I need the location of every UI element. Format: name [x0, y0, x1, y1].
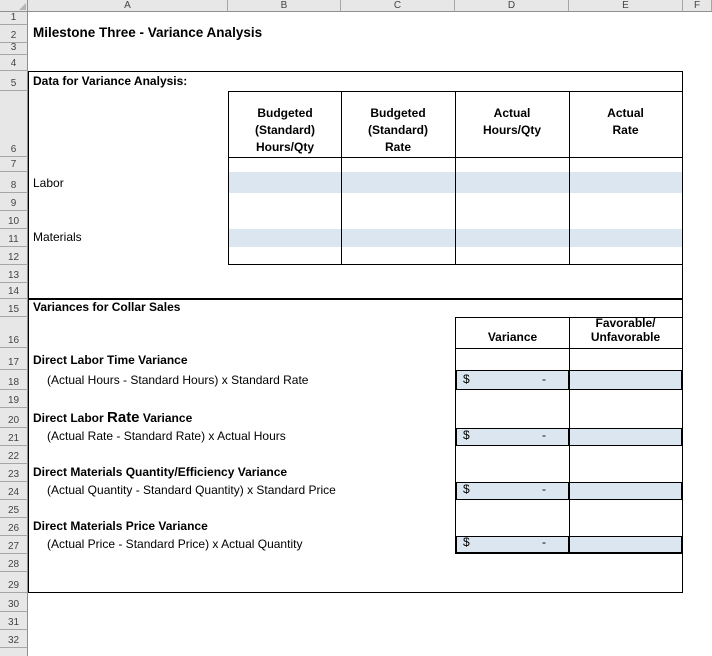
- row-header-6[interactable]: 6: [0, 91, 28, 157]
- column-header-E[interactable]: E: [569, 0, 683, 12]
- row-header-13[interactable]: 13: [0, 265, 28, 283]
- row-header-12[interactable]: 12: [0, 247, 28, 265]
- row-header-9[interactable]: 9: [0, 193, 28, 211]
- variance-name-materials-price: Direct Materials Price Variance: [33, 519, 208, 533]
- row-header-28[interactable]: 28: [0, 554, 28, 572]
- column-header-B[interactable]: B: [228, 0, 341, 12]
- select-all-corner[interactable]: [0, 0, 28, 12]
- variance-formula-labor-time: (Actual Hours - Standard Hours) x Standa…: [47, 373, 309, 387]
- variance-value-materials-quantity[interactable]: $ -: [456, 482, 569, 500]
- row-header-27[interactable]: 27: [0, 536, 28, 554]
- row-header-8[interactable]: 8: [0, 172, 28, 193]
- currency-symbol: $: [463, 482, 470, 496]
- variance-formula-materials-quantity: (Actual Quantity - Standard Quantity) x …: [47, 483, 336, 497]
- currency-symbol: $: [463, 372, 470, 386]
- row-header-4[interactable]: 4: [0, 55, 28, 71]
- header-line: Unfavorable: [590, 330, 661, 344]
- row-header-1[interactable]: 1: [0, 12, 28, 25]
- row-header-11[interactable]: 11: [0, 229, 28, 247]
- header-line: Variance: [487, 330, 538, 344]
- header-budgeted-standard-hours-qty: Budgeted (Standard) Hours/Qty: [229, 92, 341, 157]
- header-line: Rate: [384, 140, 411, 154]
- header-line: Rate: [612, 123, 639, 137]
- row-header-21[interactable]: 21: [0, 428, 28, 446]
- row-header-16[interactable]: 16: [0, 317, 28, 348]
- favorable-cell-labor-rate[interactable]: [569, 428, 682, 446]
- amount: -: [542, 535, 546, 549]
- header-line: (Standard): [255, 123, 315, 137]
- favorable-cell-materials-quantity[interactable]: [569, 482, 682, 500]
- header-line: Actual: [493, 106, 531, 120]
- amount: -: [542, 482, 546, 496]
- row-header-25[interactable]: 25: [0, 500, 28, 518]
- variance-value-labor-rate[interactable]: $ -: [456, 428, 569, 446]
- variance-table: Variance Favorable/ Unfavorable $ - $ - …: [455, 316, 683, 554]
- row-label-labor: Labor: [33, 176, 64, 190]
- header-line: (Standard): [368, 123, 428, 137]
- row-header-19[interactable]: 19: [0, 390, 28, 408]
- favorable-cell-labor-time[interactable]: [569, 370, 682, 390]
- row-header-7[interactable]: 7: [0, 157, 28, 172]
- row-header-10[interactable]: 10: [0, 211, 28, 229]
- grid-line: [456, 348, 682, 349]
- column-header-A[interactable]: A: [28, 0, 228, 12]
- row-header-22[interactable]: 22: [0, 446, 28, 464]
- variance-name-labor-rate: Direct Labor Rate Variance: [28, 408, 448, 428]
- name-part-emphasized: Rate: [107, 409, 140, 426]
- header-line: Hours/Qty: [482, 123, 541, 137]
- variances-heading: Variances for Collar Sales: [33, 300, 181, 314]
- header-actual-hours-qty: Actual Hours/Qty: [455, 92, 569, 157]
- row-header-5[interactable]: 5: [0, 71, 28, 91]
- variance-value-materials-price[interactable]: $ -: [456, 535, 569, 553]
- row-header-14[interactable]: 14: [0, 283, 28, 299]
- currency-symbol: $: [463, 428, 470, 442]
- header-line: Hours/Qty: [255, 140, 314, 154]
- header-line: Budgeted: [257, 106, 313, 120]
- row-header-26[interactable]: 26: [0, 518, 28, 536]
- grid-line: [229, 157, 682, 158]
- favorable-cell-materials-price[interactable]: [569, 536, 682, 553]
- currency-symbol: $: [463, 535, 470, 549]
- row-header-partial: [0, 648, 28, 656]
- amount: -: [542, 428, 546, 442]
- row-header-32[interactable]: 32: [0, 630, 28, 648]
- variance-name-materials-quantity: Direct Materials Quantity/Efficiency Var…: [33, 465, 288, 479]
- spreadsheet: Milestone Three - Variance Analysis Data…: [0, 0, 712, 656]
- variance-formula-labor-rate: (Actual Rate - Standard Rate) x Actual H…: [47, 429, 286, 443]
- variance-name-labor-time: Direct Labor Time Variance: [33, 353, 188, 367]
- column-header-F[interactable]: F: [683, 0, 712, 12]
- row-header-3[interactable]: 3: [0, 42, 28, 55]
- row-header-18[interactable]: 18: [0, 370, 28, 390]
- row-header-31[interactable]: 31: [0, 612, 28, 630]
- column-header-D[interactable]: D: [455, 0, 569, 12]
- header-line: Budgeted: [370, 106, 426, 120]
- amount: -: [542, 372, 546, 386]
- worksheet-title: Milestone Three - Variance Analysis: [33, 25, 263, 40]
- name-part: Direct Labor: [33, 411, 108, 425]
- header-line: Favorable/: [595, 316, 656, 330]
- data-section-heading: Data for Variance Analysis:: [33, 74, 188, 88]
- variance-value-labor-time[interactable]: $ -: [456, 370, 569, 390]
- column-header-C[interactable]: C: [341, 0, 455, 12]
- row-header-15[interactable]: 15: [0, 299, 28, 317]
- header-variance: Variance: [456, 318, 569, 348]
- data-input-table: Budgeted (Standard) Hours/Qty Budgeted (…: [228, 91, 683, 265]
- row-header-24[interactable]: 24: [0, 482, 28, 500]
- row-header-20[interactable]: 20: [0, 408, 28, 428]
- variance-formula-materials-price: (Actual Price - Standard Price) x Actual…: [47, 537, 303, 551]
- row-label-materials: Materials: [33, 230, 82, 244]
- row-header-17[interactable]: 17: [0, 348, 28, 370]
- row-header-30[interactable]: 30: [0, 593, 28, 612]
- header-favorable-unfavorable: Favorable/ Unfavorable: [569, 316, 682, 348]
- row-header-23[interactable]: 23: [0, 464, 28, 482]
- row-header-29[interactable]: 29: [0, 572, 28, 593]
- header-actual-rate: Actual Rate: [569, 92, 682, 157]
- row-header-2[interactable]: 2: [0, 25, 28, 43]
- header-budgeted-standard-rate: Budgeted (Standard) Rate: [341, 92, 455, 157]
- name-part: Variance: [139, 411, 193, 425]
- header-line: Actual: [607, 106, 644, 120]
